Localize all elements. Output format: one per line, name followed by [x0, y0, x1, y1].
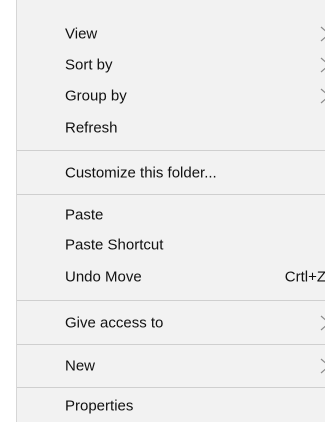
- menu-item-label: Sort by: [65, 56, 113, 73]
- menu-item-label: Properties: [65, 397, 134, 414]
- menu-item-view[interactable]: View: [17, 18, 325, 49]
- menu-separator: [17, 194, 325, 195]
- chevron-right-icon: [318, 86, 325, 106]
- menu-item-label: Undo Move: [65, 268, 142, 285]
- menu-item-paste[interactable]: Paste: [17, 199, 325, 230]
- menu-item-properties[interactable]: Properties: [17, 390, 325, 421]
- menu-item-paste-shortcut[interactable]: Paste Shortcut: [17, 229, 325, 260]
- menu-separator: [17, 150, 325, 151]
- menu-item-label: Group by: [65, 87, 127, 104]
- menu-separator: [17, 300, 325, 301]
- menu-item-label: View: [65, 25, 98, 42]
- menu-item-sort-by[interactable]: Sort by: [17, 49, 325, 80]
- menu-item-refresh[interactable]: Refresh: [17, 112, 325, 143]
- menu-separator: [17, 387, 325, 388]
- menu-item-label: Refresh: [65, 119, 118, 136]
- context-menu: View Sort by Group by Refresh Customize …: [16, 0, 325, 422]
- chevron-right-icon: [318, 55, 325, 75]
- menu-item-new[interactable]: New: [17, 350, 325, 381]
- menu-separator: [17, 344, 325, 345]
- menu-item-label: New: [65, 357, 96, 374]
- menu-item-undo-move[interactable]: Undo Move Crtl+Z: [17, 261, 325, 292]
- menu-item-shortcut: Crtl+Z: [284, 268, 325, 285]
- menu-item-give-access-to[interactable]: Give access to: [17, 307, 325, 338]
- menu-item-group-by[interactable]: Group by: [17, 80, 325, 111]
- chevron-right-icon: [318, 24, 325, 44]
- menu-item-label: Give access to: [65, 314, 164, 331]
- chevron-right-icon: [318, 313, 325, 333]
- chevron-right-icon: [318, 356, 325, 376]
- menu-item-label: Paste: [65, 206, 104, 223]
- menu-item-label: Paste Shortcut: [65, 236, 164, 253]
- menu-item-customize-folder[interactable]: Customize this folder...: [17, 157, 325, 188]
- menu-item-label: Customize this folder...: [65, 164, 217, 181]
